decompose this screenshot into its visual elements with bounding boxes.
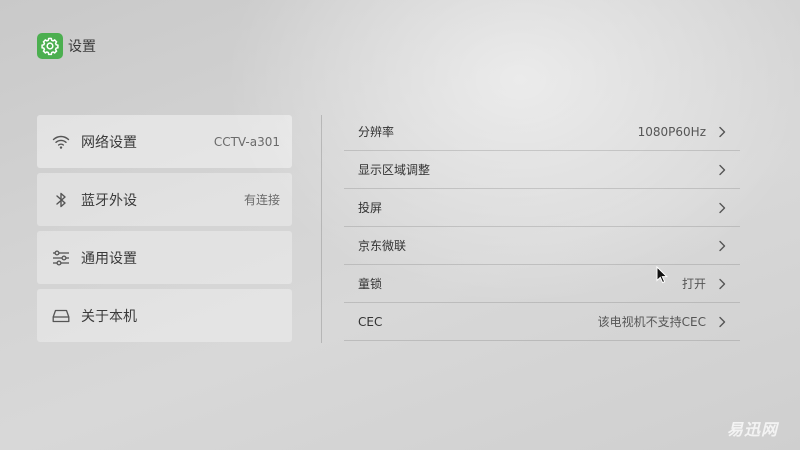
setting-row-cec[interactable]: CEC 该电视机不支持CEC: [344, 303, 740, 341]
panel-divider: [321, 115, 322, 343]
settings-category-menu: 网络设置 CCTV-a301 蓝牙外设 有连接 通用设置 关于本机: [37, 115, 292, 347]
menu-item-about[interactable]: 关于本机: [37, 289, 292, 342]
device-icon: [52, 307, 70, 325]
chevron-right-icon: [719, 164, 726, 175]
menu-item-label: 蓝牙外设: [81, 192, 137, 209]
setting-label: 分辨率: [358, 125, 395, 139]
watermark-logo: 易迅网: [726, 420, 778, 439]
setting-row-jd-weilian[interactable]: 京东微联: [344, 227, 740, 265]
general-settings-list: 分辨率 1080P60Hz 显示区域调整 投屏 京东微联 童锁 打开 CEC 该…: [344, 113, 740, 341]
setting-value: 打开: [681, 277, 706, 291]
chevron-right-icon: [719, 278, 726, 289]
setting-label: 投屏: [358, 201, 383, 215]
setting-value: 1080P60Hz: [637, 124, 706, 139]
setting-label: CEC: [358, 314, 383, 329]
mouse-cursor-icon: [656, 266, 668, 284]
setting-label: 京东微联: [358, 239, 407, 253]
setting-row-child-lock[interactable]: 童锁 打开: [344, 265, 740, 303]
menu-item-general[interactable]: 通用设置: [37, 231, 292, 284]
chevron-right-icon: [719, 126, 726, 137]
setting-value: 该电视机不支持CEC: [597, 315, 706, 329]
chevron-right-icon: [719, 202, 726, 213]
setting-row-display-area[interactable]: 显示区域调整: [344, 151, 740, 189]
setting-row-resolution[interactable]: 分辨率 1080P60Hz: [344, 113, 740, 151]
sliders-icon: [52, 249, 70, 267]
gear-icon: [37, 33, 63, 59]
chevron-right-icon: [719, 240, 726, 251]
menu-item-label: 通用设置: [81, 250, 137, 267]
menu-item-label: 网络设置: [81, 134, 137, 151]
menu-item-network[interactable]: 网络设置 CCTV-a301: [37, 115, 292, 168]
header: 设置: [37, 32, 96, 60]
menu-item-label: 关于本机: [81, 308, 137, 325]
menu-item-bluetooth[interactable]: 蓝牙外设 有连接: [37, 173, 292, 226]
page-title: 设置: [68, 39, 96, 55]
wifi-icon: [52, 133, 70, 151]
menu-item-value: 有连接: [243, 193, 280, 207]
setting-row-screen-cast[interactable]: 投屏: [344, 189, 740, 227]
chevron-right-icon: [719, 316, 726, 327]
setting-label: 童锁: [358, 277, 383, 291]
setting-label: 显示区域调整: [358, 163, 431, 177]
bluetooth-icon: [52, 191, 70, 209]
menu-item-value: CCTV-a301: [213, 134, 280, 149]
